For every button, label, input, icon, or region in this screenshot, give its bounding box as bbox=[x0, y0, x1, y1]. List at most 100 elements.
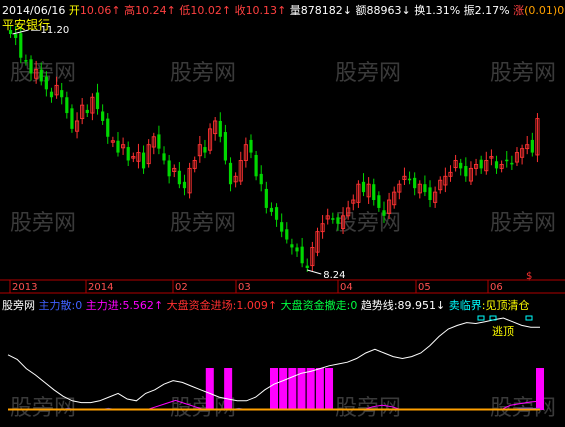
up-arrow-icon: ↑ bbox=[153, 299, 164, 312]
change-label: 涨 bbox=[513, 4, 525, 17]
candle-body bbox=[49, 91, 54, 98]
indicator-label-5: 卖临界 bbox=[448, 299, 482, 312]
candle-body bbox=[157, 134, 161, 149]
candle-body bbox=[95, 92, 100, 110]
candle-body bbox=[305, 265, 309, 268]
signal-bar bbox=[325, 368, 334, 410]
indicator-info-bar: 股旁网 主力散:0 主力进:5.562↑ 大盘资金进场:1.009↑ 大盘资金撤… bbox=[2, 299, 530, 312]
candle-body bbox=[203, 147, 207, 153]
candle-body bbox=[223, 132, 228, 161]
candle-body bbox=[141, 152, 146, 169]
candle-body bbox=[361, 181, 366, 193]
time-axis-label: 2014 bbox=[88, 282, 113, 293]
watermark-text: 股旁网 bbox=[170, 61, 236, 86]
high-value: 10.24 bbox=[135, 4, 167, 17]
candle-body bbox=[479, 159, 483, 169]
candle-body bbox=[377, 195, 381, 208]
up-arrow-icon: ↑ bbox=[267, 299, 278, 312]
stock-chart[interactable]: 股旁网 股旁网 股旁网 股旁网股旁网 股旁网 股旁网 股旁网股旁网 股旁网 股旁网 股旁网 —11… bbox=[0, 0, 565, 427]
dollar-marker-icon: $ bbox=[526, 271, 532, 282]
open-label: 开 bbox=[68, 4, 80, 17]
indicator-value-1: 5.562 bbox=[122, 299, 154, 312]
candle-body bbox=[423, 184, 427, 193]
time-axis: 2013 2014 02 03 04 05 06 $ bbox=[0, 271, 565, 294]
candle-body bbox=[290, 244, 294, 248]
candle-body bbox=[228, 162, 233, 185]
low-value: 10.02 bbox=[190, 4, 222, 17]
indicator-value-0: 0 bbox=[75, 299, 83, 312]
indicator-value-4: 89.951 bbox=[397, 299, 437, 312]
candle-body bbox=[254, 154, 258, 177]
indicator-label-0: 主力散 bbox=[38, 299, 72, 312]
time-axis-label: 06 bbox=[490, 282, 503, 293]
watermark-text: 股旁网 bbox=[10, 61, 76, 86]
candle-body bbox=[510, 162, 514, 165]
indicator-value-2: 1.009 bbox=[236, 299, 268, 312]
watermark-text: 股旁网 bbox=[10, 211, 76, 236]
close-value: 10.13 bbox=[245, 4, 278, 17]
candle-body bbox=[372, 184, 376, 201]
candle-body bbox=[530, 139, 534, 153]
candle-body bbox=[182, 181, 187, 189]
open-value: 10.06 bbox=[79, 4, 112, 17]
candle-body bbox=[162, 153, 166, 161]
candle-body bbox=[285, 229, 289, 240]
candle-body bbox=[167, 160, 171, 177]
up-arrow-icon: ↑ bbox=[111, 4, 121, 17]
candle-body bbox=[264, 188, 268, 208]
candle-body bbox=[300, 246, 304, 264]
time-axis-label: 2013 bbox=[12, 282, 37, 293]
signal-bar bbox=[205, 368, 214, 410]
watermark-text: 股旁网 bbox=[490, 211, 556, 236]
candle-body bbox=[269, 207, 274, 212]
candle-body bbox=[218, 120, 222, 137]
candle-body bbox=[19, 33, 23, 58]
candle-body bbox=[331, 218, 335, 220]
volume-value: 878182 bbox=[300, 4, 343, 17]
amount-value: 88963 bbox=[366, 4, 402, 17]
candle-body bbox=[24, 60, 28, 62]
stock-name: 平安银行 bbox=[2, 18, 51, 32]
signal-bar bbox=[315, 368, 324, 410]
candle-body bbox=[274, 207, 279, 220]
up-arrow-icon: ↑ bbox=[277, 4, 287, 17]
candle-body bbox=[464, 166, 468, 177]
candle-body bbox=[259, 173, 263, 185]
volume-label: 量 bbox=[289, 4, 301, 17]
down-arrow-icon: ↓ bbox=[436, 299, 446, 312]
time-axis-label: 03 bbox=[238, 282, 251, 293]
candle-body bbox=[106, 118, 110, 137]
signal-bar bbox=[270, 368, 278, 410]
down-arrow-icon: ↓ bbox=[342, 4, 352, 17]
indicator-value-5: 见顶清仓 bbox=[485, 299, 530, 312]
low-label: 低 bbox=[179, 4, 191, 17]
escape-top-annotation: 逃顶 bbox=[492, 325, 514, 338]
amplitude-label: 振 bbox=[463, 4, 475, 17]
candle-body bbox=[29, 59, 33, 74]
signal-bar bbox=[306, 368, 315, 410]
sell-warning-marker bbox=[477, 315, 485, 321]
candle-body bbox=[295, 247, 299, 252]
indicator-value-3: 0 bbox=[350, 299, 358, 312]
candle-body bbox=[101, 111, 105, 121]
indicator-label-2: 大盘资金进场 bbox=[166, 299, 233, 312]
candle-body bbox=[459, 162, 463, 169]
turnover-value: 1.31% bbox=[425, 4, 461, 17]
signal-bar bbox=[288, 368, 297, 410]
candle-body bbox=[14, 34, 18, 38]
candle-body bbox=[116, 140, 120, 153]
watermark-text: 股旁网 bbox=[170, 211, 236, 236]
price-pane[interactable]: —11.208.24 bbox=[8, 25, 540, 281]
indicator-label-4: 趋势线 bbox=[360, 299, 394, 312]
min-price-label: 8.24 bbox=[323, 270, 345, 281]
indicator-label-3: 大盘资金撤走 bbox=[280, 299, 347, 312]
candle-body bbox=[60, 90, 64, 98]
indicator-pane[interactable] bbox=[7, 315, 544, 411]
amplitude-value: 2.17% bbox=[474, 4, 510, 17]
time-axis-label: 02 bbox=[175, 282, 188, 293]
up-arrow-icon: ↑ bbox=[221, 4, 232, 17]
candle-body bbox=[44, 76, 48, 90]
candle-body bbox=[428, 187, 432, 201]
amount-label: 额 bbox=[355, 4, 367, 17]
candle-body bbox=[39, 69, 43, 82]
